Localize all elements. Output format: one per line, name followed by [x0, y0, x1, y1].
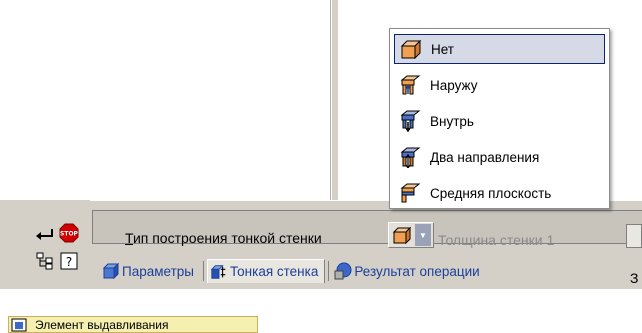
panel-tools: STOP ?: [0, 200, 90, 288]
wall-type-label: Тип построения тонкой стенки: [125, 230, 322, 246]
menu-item-label: Внутрь: [430, 113, 474, 129]
tab-separator: [328, 261, 330, 281]
menu-item-label: Два направления: [430, 149, 540, 165]
outward-icon: [398, 73, 422, 97]
tab-operation-result[interactable]: Результат операции: [332, 259, 485, 283]
tab-thin-wall[interactable]: Тонкая стенка: [206, 259, 326, 283]
menu-item-label: Наружу: [430, 77, 478, 93]
stop-icon[interactable]: STOP: [58, 222, 80, 244]
enter-icon[interactable]: [34, 224, 56, 246]
midplane-icon: [398, 181, 422, 205]
tab-parameters[interactable]: Параметры: [100, 259, 200, 283]
extrude-element-icon: [11, 318, 27, 331]
inward-icon: [398, 109, 422, 133]
menu-item-outward[interactable]: Наружу: [394, 70, 605, 100]
truncated-text: З: [630, 270, 639, 286]
panel-tabs: Параметры Тонкая стенка Результат операц…: [100, 258, 486, 284]
svg-text:STOP: STOP: [60, 231, 79, 238]
menu-item-inward[interactable]: Внутрь: [394, 106, 605, 136]
tab-operation-result-label: Результат операции: [354, 263, 480, 279]
help-icon[interactable]: ?: [58, 250, 80, 272]
thickness-input[interactable]: [626, 224, 642, 248]
wall-type-combo[interactable]: ▼: [388, 222, 434, 248]
tab-separator: [202, 261, 204, 281]
element-status-label: Элемент выдавливания: [35, 317, 169, 332]
params-icon: [102, 262, 120, 280]
menu-item-label: Средняя плоскость: [430, 185, 552, 201]
box-none-icon: [399, 37, 423, 61]
document-view-left[interactable]: [0, 0, 331, 200]
tab-thin-wall-label: Тонкая стенка: [229, 264, 319, 279]
two-directions-icon: [398, 145, 422, 169]
operation-result-icon: [334, 262, 352, 280]
menu-item-none[interactable]: Нет: [394, 34, 605, 64]
menu-item-label: Нет: [431, 41, 454, 57]
menu-item-midplane[interactable]: Средняя плоскость: [394, 178, 605, 208]
menu-item-two-directions[interactable]: Два направления: [394, 142, 605, 172]
wall-type-menu: Нет Наружу Внутрь Два направления Средня…: [389, 28, 610, 209]
thickness-label: Толщина стенки 1: [438, 232, 555, 248]
svg-text:?: ?: [66, 255, 72, 269]
chevron-down-icon[interactable]: ▼: [415, 224, 431, 246]
tree-icon[interactable]: [34, 250, 56, 272]
thin-wall-icon: [210, 263, 228, 281]
box-none-icon: [389, 224, 415, 246]
element-status-item[interactable]: Элемент выдавливания: [8, 316, 258, 333]
tab-parameters-label: Параметры: [122, 263, 194, 279]
